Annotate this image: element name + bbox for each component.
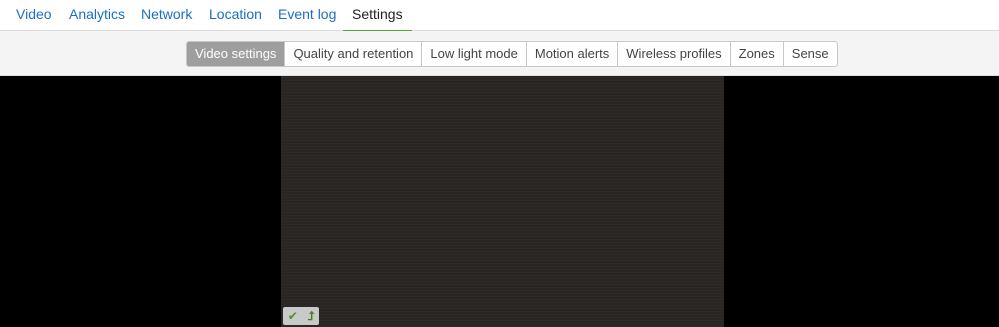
tab-network[interactable]: Network <box>141 0 192 31</box>
segment-wireless-profiles[interactable]: Wireless profiles <box>617 42 729 66</box>
top-navigation: Video Analytics Network Location Event l… <box>0 0 999 32</box>
segment-video-settings[interactable]: Video settings <box>187 42 285 66</box>
settings-segmented-control: Video settings Quality and retention Low… <box>186 41 838 67</box>
tab-event-log[interactable]: Event log <box>278 0 336 31</box>
segment-zones[interactable]: Zones <box>729 42 783 66</box>
tab-analytics[interactable]: Analytics <box>69 0 125 31</box>
video-status-overlay: ✔ ⮥ <box>283 307 319 325</box>
check-icon: ✔ <box>287 309 298 323</box>
tab-location[interactable]: Location <box>209 0 262 31</box>
camera-video-feed[interactable]: ✔ ⮥ <box>281 76 724 327</box>
tab-video[interactable]: Video <box>16 0 52 31</box>
settings-subnav-bar: Video settings Quality and retention Low… <box>0 31 999 76</box>
upload-arrow-icon: ⮥ <box>307 308 315 323</box>
segment-motion-alerts[interactable]: Motion alerts <box>525 42 617 66</box>
segment-sense[interactable]: Sense <box>782 42 837 66</box>
segment-low-light-mode[interactable]: Low light mode <box>421 42 525 66</box>
tab-settings[interactable]: Settings <box>343 0 412 32</box>
segment-quality-and-retention[interactable]: Quality and retention <box>284 42 421 66</box>
video-stage: ✔ ⮥ <box>0 76 999 327</box>
